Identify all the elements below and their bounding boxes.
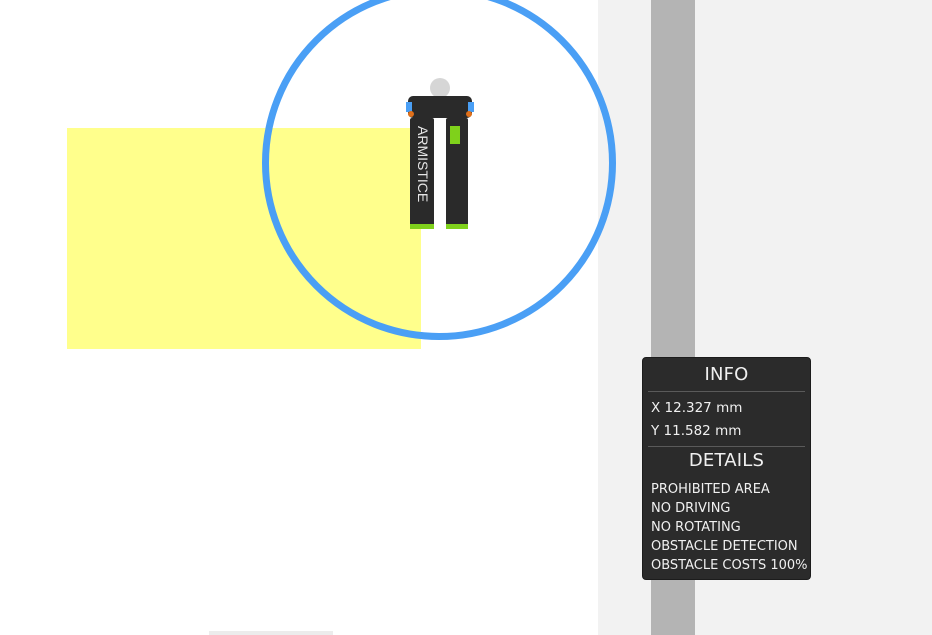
coordinate-readout: X 12.327 mm Y 11.582 mm — [648, 392, 805, 447]
robot-top-view-icon: ARMISTICE — [406, 78, 474, 229]
detail-item: NO DRIVING — [651, 501, 731, 516]
y-coordinate: Y 11.582 mm — [651, 423, 742, 439]
robot-label: ARMISTICE — [415, 126, 431, 202]
robot[interactable]: ARMISTICE — [404, 78, 476, 232]
detail-item: PROHIBITED AREA — [651, 482, 770, 497]
details-heading: DETAILS — [688, 450, 765, 471]
info-heading: INFO — [648, 362, 805, 392]
detail-item: NO ROTATING — [651, 520, 741, 535]
x-coordinate: X 12.327 mm — [651, 400, 743, 416]
detail-item: OBSTACLE COSTS 100% — [651, 558, 808, 573]
detail-item: OBSTACLE DETECTION — [651, 539, 798, 554]
details-list: PROHIBITED AREA NO DRIVING NO ROTATING O… — [648, 480, 808, 575]
info-panel: INFO X 12.327 mm Y 11.582 mm DETAILS PRO… — [642, 357, 811, 580]
map-zone-edge — [209, 631, 333, 635]
